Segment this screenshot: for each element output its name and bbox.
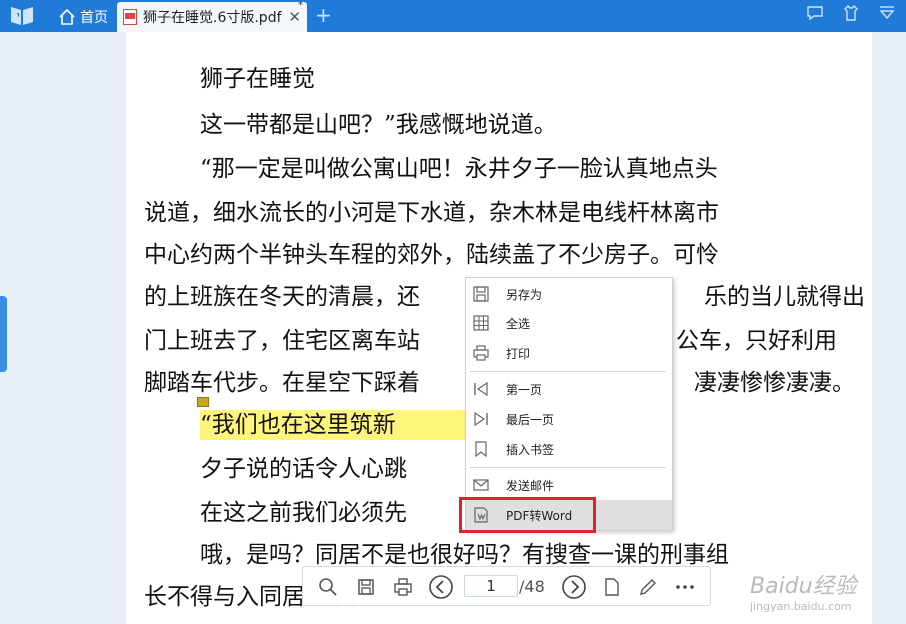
save-icon[interactable]: [355, 576, 377, 598]
menu-item-label: 打印: [506, 346, 531, 361]
home-icon: [59, 8, 75, 25]
menu-item-label: 发送邮件: [506, 478, 555, 493]
watermark: Baidu经验 jingyan.baidu.com: [750, 568, 857, 613]
text-line: 脚踏车代步。在星空下踩着: [144, 370, 420, 396]
tab-document[interactable]: 狮子在睡觉.6寸版.pdf * ✕: [117, 0, 307, 32]
next-page-icon[interactable]: [561, 574, 587, 600]
search-icon[interactable]: [317, 576, 339, 598]
menu-item-send-mail[interactable]: 发送邮件: [466, 471, 672, 499]
tab-document-label: 狮子在睡觉.6寸版.pdf: [143, 10, 282, 26]
menu-item-insert-bookmark[interactable]: 插入书签: [466, 435, 672, 463]
text-line: 中心约两个半钟头车程的郊外，陆续盖了不少房子。可怜: [144, 242, 719, 268]
bookmark-icon: [475, 441, 487, 458]
text-line: 公车，只好利用: [676, 328, 837, 354]
highlighted-text-line: “我们也在这里筑新: [200, 410, 466, 440]
save-icon: [473, 286, 489, 302]
watermark-logo: Baidu经验: [750, 574, 857, 599]
menu-item-print[interactable]: 打印: [466, 339, 672, 367]
menu-separator: [470, 371, 666, 372]
tab-home[interactable]: 首页: [54, 2, 114, 31]
text-line: 在这之前我们必须先: [200, 500, 407, 526]
text-line: 说道，细水流长的小河是下水道，杂木林是电线杆林离市: [144, 200, 719, 226]
first-page-icon: [474, 381, 488, 397]
text-line: 的上班族在冬天的清晨，还: [144, 284, 420, 310]
page-number-input[interactable]: 1: [464, 575, 518, 597]
menu-item-label: 全选: [506, 316, 531, 331]
menu-separator: [470, 467, 666, 468]
single-page-icon[interactable]: [601, 576, 623, 598]
app-logo-icon[interactable]: [8, 4, 42, 28]
menu-item-select-all[interactable]: 全选: [466, 309, 672, 337]
annotation-note-icon[interactable]: [197, 397, 209, 407]
menu-dropdown-icon[interactable]: [878, 4, 896, 22]
pdf-file-icon: [123, 9, 137, 25]
feedback-icon[interactable]: [806, 4, 824, 22]
menu-item-label: 插入书签: [506, 442, 555, 457]
text-line: 这一带都是山吧？”我感慨地说道。: [200, 112, 557, 138]
last-page-icon: [474, 411, 488, 427]
skin-icon[interactable]: [842, 4, 860, 22]
print-icon: [473, 345, 489, 361]
context-menu: 另存为 全选 打印 第一页 最后一页 插入书签 发送邮件 PDF转Word: [465, 277, 673, 531]
menu-item-label: 最后一页: [506, 412, 555, 427]
pen-icon[interactable]: [637, 576, 659, 598]
text-line: 乐的当儿就得出: [704, 284, 865, 310]
menu-item-save-as[interactable]: 另存为: [466, 280, 672, 308]
more-icon[interactable]: [674, 576, 696, 598]
tab-bar: 首页 狮子在睡觉.6寸版.pdf * ✕ +: [0, 0, 906, 32]
menu-item-last-page[interactable]: 最后一页: [466, 405, 672, 433]
text-line: 狮子在睡觉: [200, 66, 315, 92]
page-total-label: /48: [519, 577, 545, 596]
text-line: 夕子说的话令人心跳: [200, 456, 407, 482]
menu-item-label: 另存为: [506, 287, 543, 302]
close-tab-button[interactable]: ✕: [288, 8, 301, 26]
menu-item-label: 第一页: [506, 382, 543, 397]
new-tab-button[interactable]: +: [315, 5, 332, 25]
select-all-icon: [473, 315, 489, 331]
watermark-url: jingyan.baidu.com: [750, 600, 852, 613]
text-line: 门上班去了，住宅区离车站: [144, 328, 420, 354]
mail-icon: [473, 479, 489, 491]
previous-page-icon[interactable]: [428, 574, 454, 600]
text-line: 凄凄惨惨凄凄。: [694, 370, 855, 396]
menu-item-first-page[interactable]: 第一页: [466, 375, 672, 403]
print-icon[interactable]: [392, 576, 414, 598]
tab-home-label: 首页: [80, 9, 108, 26]
sidebar-toggle-handle[interactable]: [0, 296, 7, 372]
highlight-annotation-box: [459, 497, 596, 533]
text-line: “那一定是叫做公寓山吧！永井夕子一脸认真地点头: [200, 156, 718, 182]
